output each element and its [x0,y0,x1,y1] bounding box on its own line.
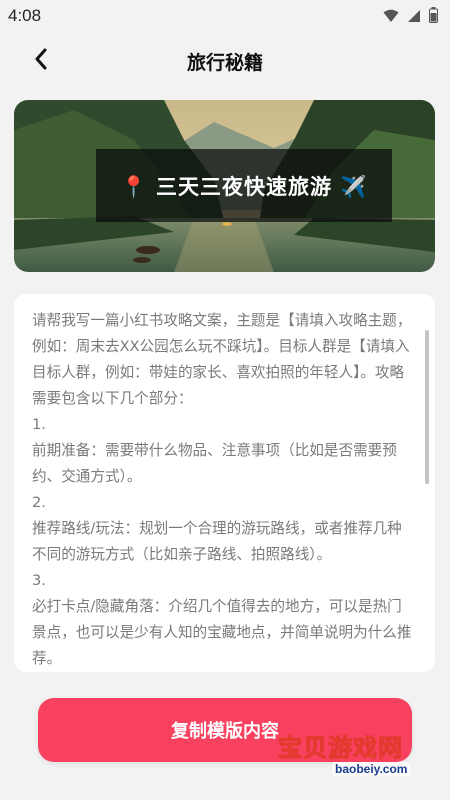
signal-icon [407,8,421,27]
banner-image: 📍 三天三夜快速旅游 ✈️ [14,100,435,272]
watermark-url: baobeiy.com [332,762,411,776]
status-time: 4:08 [8,6,42,25]
scrollbar[interactable] [425,330,429,484]
page-title: 旅行秘籍 [186,52,263,74]
top-navigation-bar: 旅行秘籍 [0,32,450,90]
status-icons [383,7,438,27]
template-content-card[interactable]: 请帮我写一篇小红书攻略文案，主题是【请填入攻略主题，例如：周末去XX公园怎么玩不… [14,294,435,672]
watermark-text: 宝贝游戏网 [278,734,403,763]
wifi-icon [383,8,399,27]
status-bar: 4:08 [0,0,450,32]
battery-icon [429,7,438,27]
banner-caption: 📍 三天三夜快速旅游 ✈️ [96,149,392,222]
watermark: 宝贝游戏网 baobeiy.com [278,706,450,786]
template-text: 请帮我写一篇小红书攻略文案，主题是【请填入攻略主题，例如：周末去XX公园怎么玩不… [32,312,412,667]
